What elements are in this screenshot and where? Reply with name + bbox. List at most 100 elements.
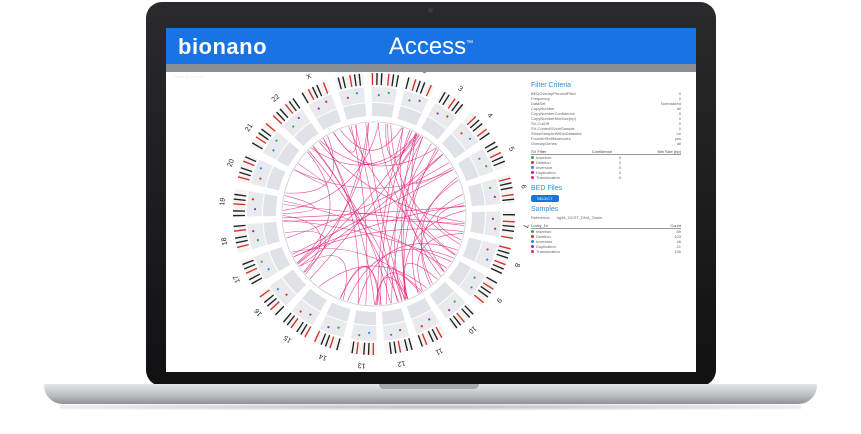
sv-marker xyxy=(325,100,328,103)
chromosome-label: 3 xyxy=(457,85,464,93)
chromosome-label: 5 xyxy=(507,146,515,153)
sv-marker xyxy=(327,326,330,329)
ideogram-band xyxy=(233,214,246,217)
chromosome-segment[interactable]: 13 xyxy=(348,310,377,369)
track-ideogram xyxy=(233,188,248,217)
sv-marker xyxy=(275,139,278,142)
laptop-notch xyxy=(379,384,479,389)
chromosome-segment[interactable]: 18 xyxy=(221,221,280,254)
chromosome-segment[interactable]: 19 xyxy=(219,188,278,217)
chromosome-segment[interactable]: 12 xyxy=(381,308,414,367)
track-sv xyxy=(247,191,264,217)
sv-marker xyxy=(251,198,254,201)
chromosome-label: 20 xyxy=(227,158,236,168)
track-sv xyxy=(484,211,501,237)
sv-marker xyxy=(267,268,270,271)
bed-select-button[interactable]: SELECT xyxy=(531,195,559,202)
sv-marker xyxy=(253,208,257,211)
chromosome-label: X xyxy=(305,73,313,81)
laptop-shadow xyxy=(60,404,801,410)
chromosome-label: 6 xyxy=(519,184,527,189)
chromosome-label: 9 xyxy=(495,297,503,304)
track-cnv xyxy=(353,310,377,325)
sv-marker xyxy=(272,149,275,152)
sv-marker xyxy=(299,310,302,313)
laptop-base xyxy=(44,384,817,404)
chromosome-label: 15 xyxy=(283,334,293,344)
sv-filter-row[interactable]: Translocation 0 xyxy=(531,175,681,180)
sample-row[interactable]: Translocation 136 xyxy=(531,249,681,254)
chromosome-segment[interactable]: 6 xyxy=(468,174,527,207)
legend-dot-icon xyxy=(531,171,534,175)
track-sv xyxy=(338,87,366,107)
sv-marker xyxy=(387,91,390,94)
track-cnv xyxy=(470,211,486,235)
legend-dot-icon xyxy=(531,240,534,244)
sv-marker xyxy=(453,300,456,303)
chromosome-label: 18 xyxy=(221,237,229,246)
sv-filter-col-size: Min Size (bp) xyxy=(657,149,681,154)
breadcrumb: Home ❯ Project xyxy=(166,64,696,79)
sv-marker xyxy=(478,157,481,160)
sv-marker xyxy=(259,167,262,170)
sample-label: Translocation xyxy=(536,249,560,254)
sv-marker xyxy=(420,325,423,328)
sv-marker xyxy=(285,293,288,296)
legend-dot-icon xyxy=(531,166,534,170)
sv-marker xyxy=(460,132,463,135)
chromosome-label: 21 xyxy=(244,123,254,133)
track-sv xyxy=(371,87,397,104)
ideogram-band xyxy=(371,73,374,86)
ideogram-band xyxy=(502,214,515,216)
sv-marker xyxy=(428,318,431,321)
track-cnv xyxy=(263,193,278,217)
filter-value[interactable]: all xyxy=(677,141,681,146)
samples-col-name: Locky_1n xyxy=(531,223,549,228)
legend-dot-icon xyxy=(531,161,534,165)
sv-filter-confidence[interactable]: 0 xyxy=(619,175,621,180)
sv-marker xyxy=(256,239,260,242)
sv-marker xyxy=(355,92,359,95)
chromosome-segment[interactable]: 14 xyxy=(313,302,351,362)
sv-marker xyxy=(468,137,472,140)
ideogram-band xyxy=(372,342,374,355)
chromosome-segment[interactable]: 20 xyxy=(227,153,286,191)
chromosome-segment[interactable]: Y xyxy=(334,72,367,120)
chromosome-label: 7 xyxy=(521,224,528,229)
chromosome-label: 10 xyxy=(467,324,478,334)
sv-marker xyxy=(309,313,312,316)
sv-marker xyxy=(377,93,380,97)
sv-filter-name: Translocation xyxy=(531,175,560,180)
sv-marker xyxy=(292,125,295,128)
track-cnv xyxy=(343,103,367,120)
inner-circle xyxy=(281,121,467,307)
bed-title: BED Files xyxy=(531,185,563,192)
sv-marker xyxy=(297,116,300,120)
samples-title: Samples xyxy=(531,206,559,213)
sv-marker xyxy=(337,326,340,329)
sv-filter-list: Insertion 0 Deletion 0 Inversion 0 Duplication… xyxy=(531,155,681,180)
sv-marker xyxy=(494,227,497,230)
chromosome-label: 19 xyxy=(219,197,227,205)
sv-marker xyxy=(486,248,489,251)
app-screen: bionano Access™ Home ❯ Project 123456789… xyxy=(166,28,696,372)
sv-marker xyxy=(418,99,421,102)
sv-marker xyxy=(276,288,280,291)
chromosome-segment[interactable]: 8 xyxy=(462,237,521,275)
chromosome-label: 12 xyxy=(397,359,406,367)
track-cnv xyxy=(468,183,485,207)
track-sv xyxy=(382,321,410,341)
legend-dot-icon xyxy=(531,245,534,249)
samples-col-count: Count xyxy=(670,223,681,228)
chromosome-segment[interactable]: 1 xyxy=(371,72,400,118)
sv-marker xyxy=(259,177,262,180)
track-cnv xyxy=(371,103,395,118)
chromosome-label: 17 xyxy=(232,274,242,284)
chromosome-segment[interactable]: 2 xyxy=(397,72,435,126)
chromosome-label: 4 xyxy=(486,112,494,120)
sv-marker xyxy=(473,276,476,279)
legend-dot-icon xyxy=(531,235,534,239)
sv-marker xyxy=(408,99,411,102)
sv-marker xyxy=(448,308,451,312)
chromosome-segment[interactable]: 7 xyxy=(470,211,529,240)
